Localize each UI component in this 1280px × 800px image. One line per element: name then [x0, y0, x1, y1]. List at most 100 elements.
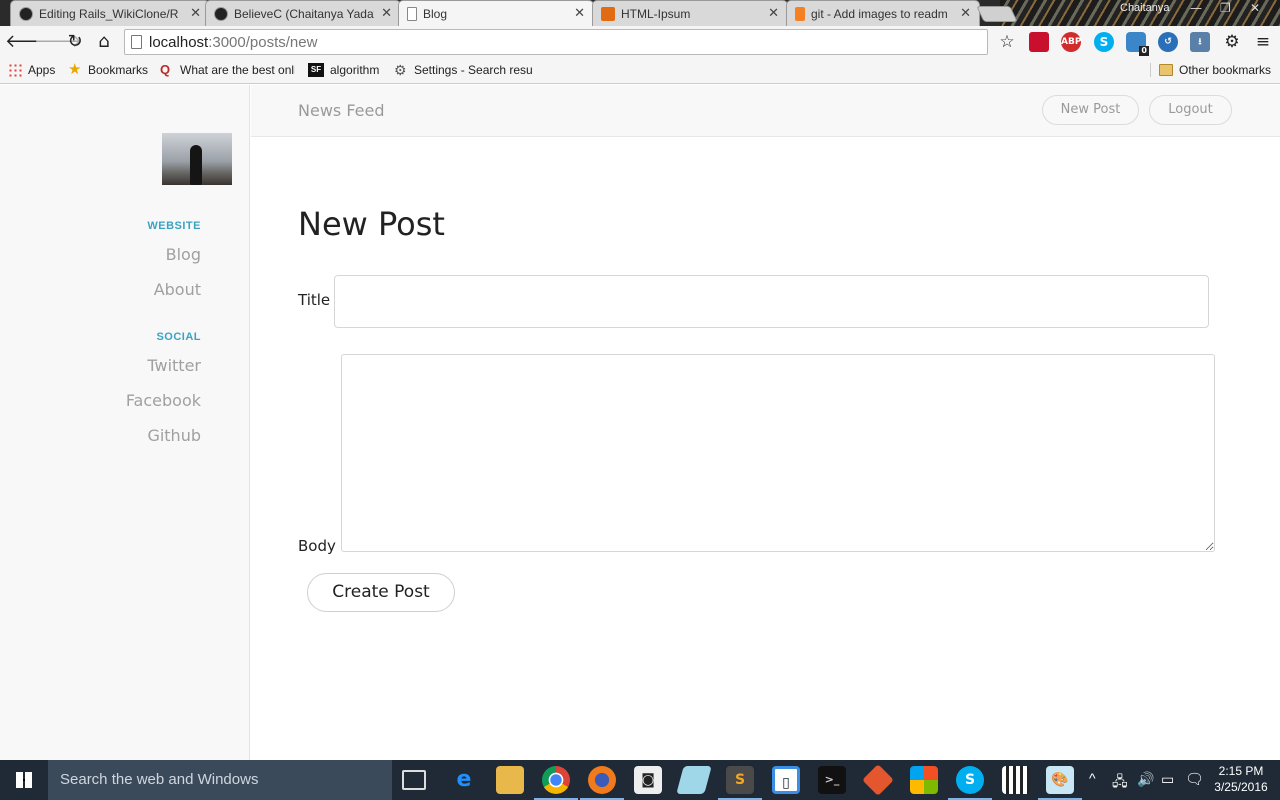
browser-tab-strip: Editing Rails_WikiClone/R ✕ BelieveC (Ch…	[0, 0, 1280, 26]
github-icon	[214, 6, 228, 21]
body-label: Body	[298, 537, 336, 555]
task-view-icon[interactable]	[402, 770, 426, 790]
other-bookmarks[interactable]: Other bookmarks	[1150, 63, 1271, 77]
browser-tab[interactable]: HTML-Ipsum ✕	[592, 0, 788, 26]
chrome-icon[interactable]	[534, 766, 578, 800]
edge-icon[interactable]: e	[450, 766, 478, 794]
profile-name[interactable]: Chaitanya	[1120, 2, 1170, 14]
command-prompt-icon[interactable]: >_	[818, 766, 846, 794]
clock-date: 3/25/2016	[1214, 780, 1268, 794]
sidebar-link-blog[interactable]: Blog	[166, 245, 201, 264]
volume-icon[interactable]: 🔊	[1137, 771, 1154, 788]
logout-button[interactable]: Logout	[1149, 95, 1232, 125]
git-icon[interactable]	[862, 764, 894, 796]
address-url[interactable]: localhost:3000/posts/new	[149, 34, 317, 51]
firefox-icon[interactable]	[580, 766, 624, 800]
browser-tab-active[interactable]: Blog ✕	[398, 0, 594, 26]
tab-title: BelieveC (Chaitanya Yadav	[234, 6, 374, 21]
sidebar-heading-social: SOCIAL	[156, 331, 201, 343]
notes-app-icon[interactable]	[676, 766, 712, 794]
sidebar: WEBSITE Blog About SOCIAL Twitter Facebo…	[0, 85, 250, 760]
brand-link[interactable]: News Feed	[298, 101, 385, 120]
bookmark-settings[interactable]: ⚙ Settings - Search resu	[394, 63, 532, 77]
close-tab-icon[interactable]: ✕	[381, 6, 392, 21]
stackoverflow-icon	[795, 6, 805, 21]
paint-icon[interactable]: 🎨	[1038, 766, 1082, 800]
history-extension-icon[interactable]: ↺	[1158, 32, 1178, 52]
battery-icon[interactable]: ▭	[1161, 771, 1174, 788]
onenote-app-icon[interactable]: ▯	[772, 766, 800, 794]
new-tab-button[interactable]	[976, 6, 1018, 22]
tab-title: Blog	[423, 6, 448, 21]
avatar	[162, 133, 232, 185]
maximize-icon[interactable]: ❐	[1220, 1, 1231, 15]
gear-icon: ⚙	[394, 63, 407, 77]
page-title: New Post	[298, 205, 445, 243]
network-icon[interactable]: 🖧	[1112, 771, 1128, 795]
close-tab-icon[interactable]: ✕	[960, 6, 971, 21]
sidebar-link-facebook[interactable]: Facebook	[126, 391, 201, 410]
close-window-icon[interactable]: ✕	[1250, 1, 1260, 15]
start-button[interactable]	[0, 760, 48, 800]
settings-gear-icon[interactable]: ⚙	[1220, 30, 1244, 54]
folder-icon	[1159, 64, 1173, 76]
camera-app-icon[interactable]: ◙	[634, 766, 662, 794]
sidebar-link-github[interactable]: Github	[147, 426, 201, 445]
browser-toolbar: 🡐 🡒 ↻ ⌂ localhost:3000/posts/new ☆ ABP S…	[0, 26, 1280, 58]
minimize-icon[interactable]: —	[1190, 1, 1202, 15]
close-tab-icon[interactable]: ✕	[190, 6, 201, 21]
taskbar-clock[interactable]: 2:15 PM 3/25/2016	[1212, 763, 1270, 795]
menu-icon[interactable]: ≡	[1251, 30, 1275, 54]
create-post-button[interactable]: Create Post	[307, 573, 455, 612]
sidebar-link-about[interactable]: About	[154, 280, 201, 299]
movie-maker-icon[interactable]	[1002, 766, 1030, 794]
body-textarea[interactable]	[341, 354, 1215, 552]
show-hidden-icons[interactable]: ^	[1089, 770, 1096, 786]
bookmark-bookmarks[interactable]: ★ Bookmarks	[68, 61, 148, 78]
taskbar-search-box[interactable]: Search the web and Windows	[48, 760, 392, 800]
page-icon	[407, 6, 417, 21]
html-ipsum-icon	[601, 6, 615, 21]
sidebar-link-twitter[interactable]: Twitter	[147, 356, 201, 375]
file-explorer-icon[interactable]	[496, 766, 524, 794]
bookmark-apps[interactable]: Apps	[8, 63, 55, 77]
quora-icon: Q	[160, 63, 171, 77]
lastpass-extension-icon[interactable]	[1029, 32, 1049, 52]
bookmark-algorithm[interactable]: SF algorithm	[308, 63, 379, 77]
sidebar-heading-website: WEBSITE	[147, 220, 201, 232]
home-icon[interactable]: ⌂	[92, 30, 116, 54]
sf-icon: SF	[308, 63, 324, 77]
tab-title: HTML-Ipsum	[621, 6, 691, 21]
github-icon	[19, 6, 33, 21]
back-icon[interactable]: 🡐	[5, 30, 53, 54]
download-extension-icon[interactable]: ⭳	[1190, 32, 1210, 52]
top-navbar: News Feed New Post Logout	[251, 85, 1280, 137]
browser-tab[interactable]: Editing Rails_WikiClone/R ✕	[10, 0, 210, 26]
extension-icon[interactable]: 0	[1126, 32, 1149, 56]
skype-extension-icon[interactable]: S	[1094, 32, 1114, 52]
close-tab-icon[interactable]: ✕	[768, 6, 779, 21]
avatar-silhouette	[190, 145, 202, 185]
skype-icon[interactable]: S	[948, 766, 992, 800]
tab-title: git - Add images to readm	[811, 6, 948, 21]
windows-logo-icon	[16, 772, 32, 788]
bookmark-star-icon[interactable]: ☆	[995, 30, 1019, 54]
address-bar[interactable]: localhost:3000/posts/new	[124, 29, 988, 55]
browser-tab[interactable]: BelieveC (Chaitanya Yadav ✕	[205, 0, 401, 26]
title-input[interactable]	[334, 275, 1209, 328]
new-post-button[interactable]: New Post	[1042, 95, 1139, 125]
sublime-text-icon[interactable]: S	[718, 766, 762, 800]
forward-icon[interactable]: 🡒	[34, 30, 82, 54]
bookmark-quora[interactable]: Q What are the best onli	[160, 63, 295, 77]
reload-icon[interactable]: ↻	[63, 30, 87, 54]
apps-grid-icon	[8, 63, 22, 77]
browser-tab[interactable]: git - Add images to readm ✕	[786, 0, 980, 26]
bookmarks-bar: Apps ★ Bookmarks Q What are the best onl…	[0, 58, 1280, 84]
title-label: Title	[298, 291, 331, 309]
adblock-plus-icon[interactable]: ABP	[1061, 32, 1081, 52]
close-tab-icon[interactable]: ✕	[574, 6, 585, 21]
store-icon[interactable]	[910, 766, 938, 794]
action-center-icon[interactable]: 🗨	[1185, 770, 1204, 788]
page-info-icon[interactable]	[131, 35, 142, 49]
star-icon: ★	[68, 61, 82, 78]
